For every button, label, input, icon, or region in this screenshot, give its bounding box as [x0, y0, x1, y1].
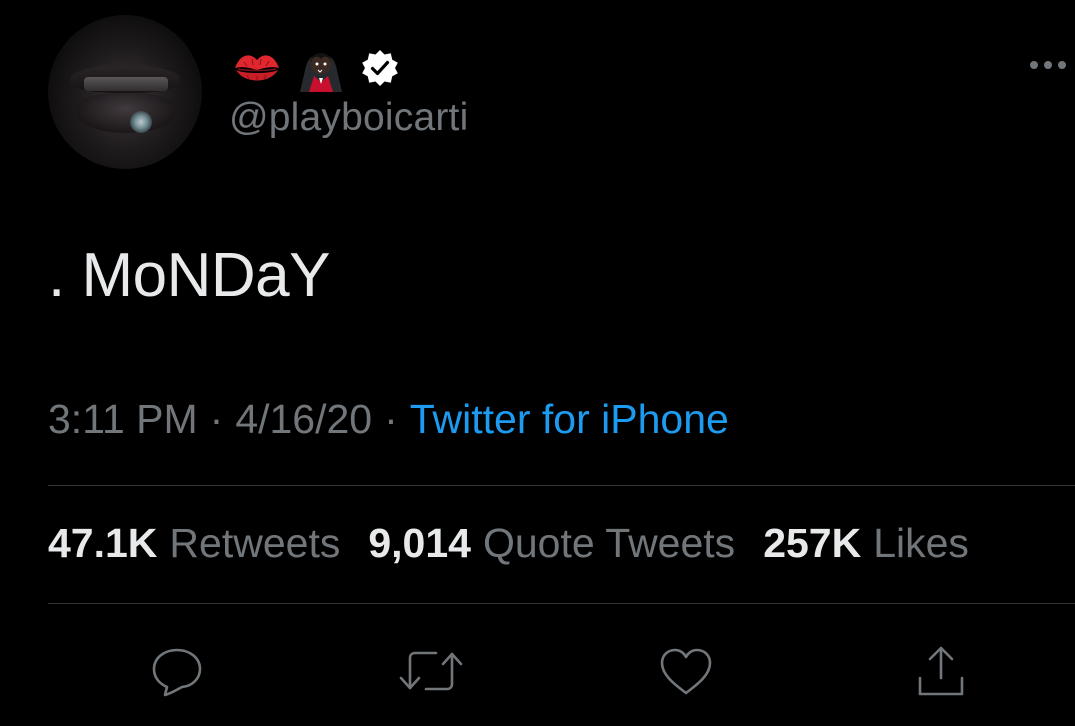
tweet-stats: 47.1K Retweets 9,014 Quote Tweets 257K Like…: [48, 520, 969, 567]
retweets-label: Retweets: [169, 520, 341, 566]
vampire-icon: [300, 53, 342, 92]
user-handle[interactable]: @playboicarti: [229, 96, 468, 140]
more-options-icon[interactable]: [1030, 58, 1074, 72]
more-dot: [1058, 61, 1066, 69]
retweet-button[interactable]: [396, 636, 466, 706]
more-dot: [1044, 61, 1052, 69]
reply-button[interactable]: [142, 636, 212, 706]
meta-separator: ·: [384, 396, 398, 442]
divider: [48, 603, 1075, 604]
avatar[interactable]: [48, 15, 202, 169]
tweet-time[interactable]: 3:11 PM: [48, 396, 198, 442]
quote-tweets-count: 9,014: [368, 520, 471, 566]
like-button[interactable]: [651, 636, 721, 706]
retweets-count: 47.1K: [48, 520, 158, 566]
tweet-text: . MoNDaY: [48, 241, 330, 310]
reply-icon: [152, 648, 202, 697]
quote-tweets-label: Quote Tweets: [482, 520, 736, 566]
tweet-meta: 3:11 PM · 4/16/20 · Twitter for iPhone: [48, 396, 729, 443]
display-name[interactable]: [232, 40, 400, 96]
avatar-mouth: [76, 93, 176, 133]
more-dot: [1030, 61, 1038, 69]
divider: [48, 485, 1075, 486]
share-icon: [918, 646, 964, 696]
likes-stat[interactable]: 257K Likes: [763, 520, 969, 567]
kiss-mark-icon: [235, 55, 279, 81]
share-button[interactable]: [906, 636, 976, 706]
retweet-icon: [399, 651, 463, 691]
verified-badge-icon: [362, 50, 398, 86]
meta-separator: ·: [209, 396, 224, 442]
retweets-stat[interactable]: 47.1K Retweets: [48, 520, 340, 567]
like-icon: [660, 648, 712, 695]
tweet-date[interactable]: 4/16/20: [235, 396, 372, 442]
quote-tweets-stat[interactable]: 9,014 Quote Tweets: [368, 520, 735, 567]
likes-label: Likes: [873, 520, 969, 566]
avatar-teeth: [84, 77, 168, 91]
likes-count: 257K: [763, 520, 862, 566]
avatar-gem: [130, 111, 152, 133]
action-bar: [0, 636, 1075, 706]
tweet-source-link[interactable]: Twitter for iPhone: [410, 396, 729, 442]
